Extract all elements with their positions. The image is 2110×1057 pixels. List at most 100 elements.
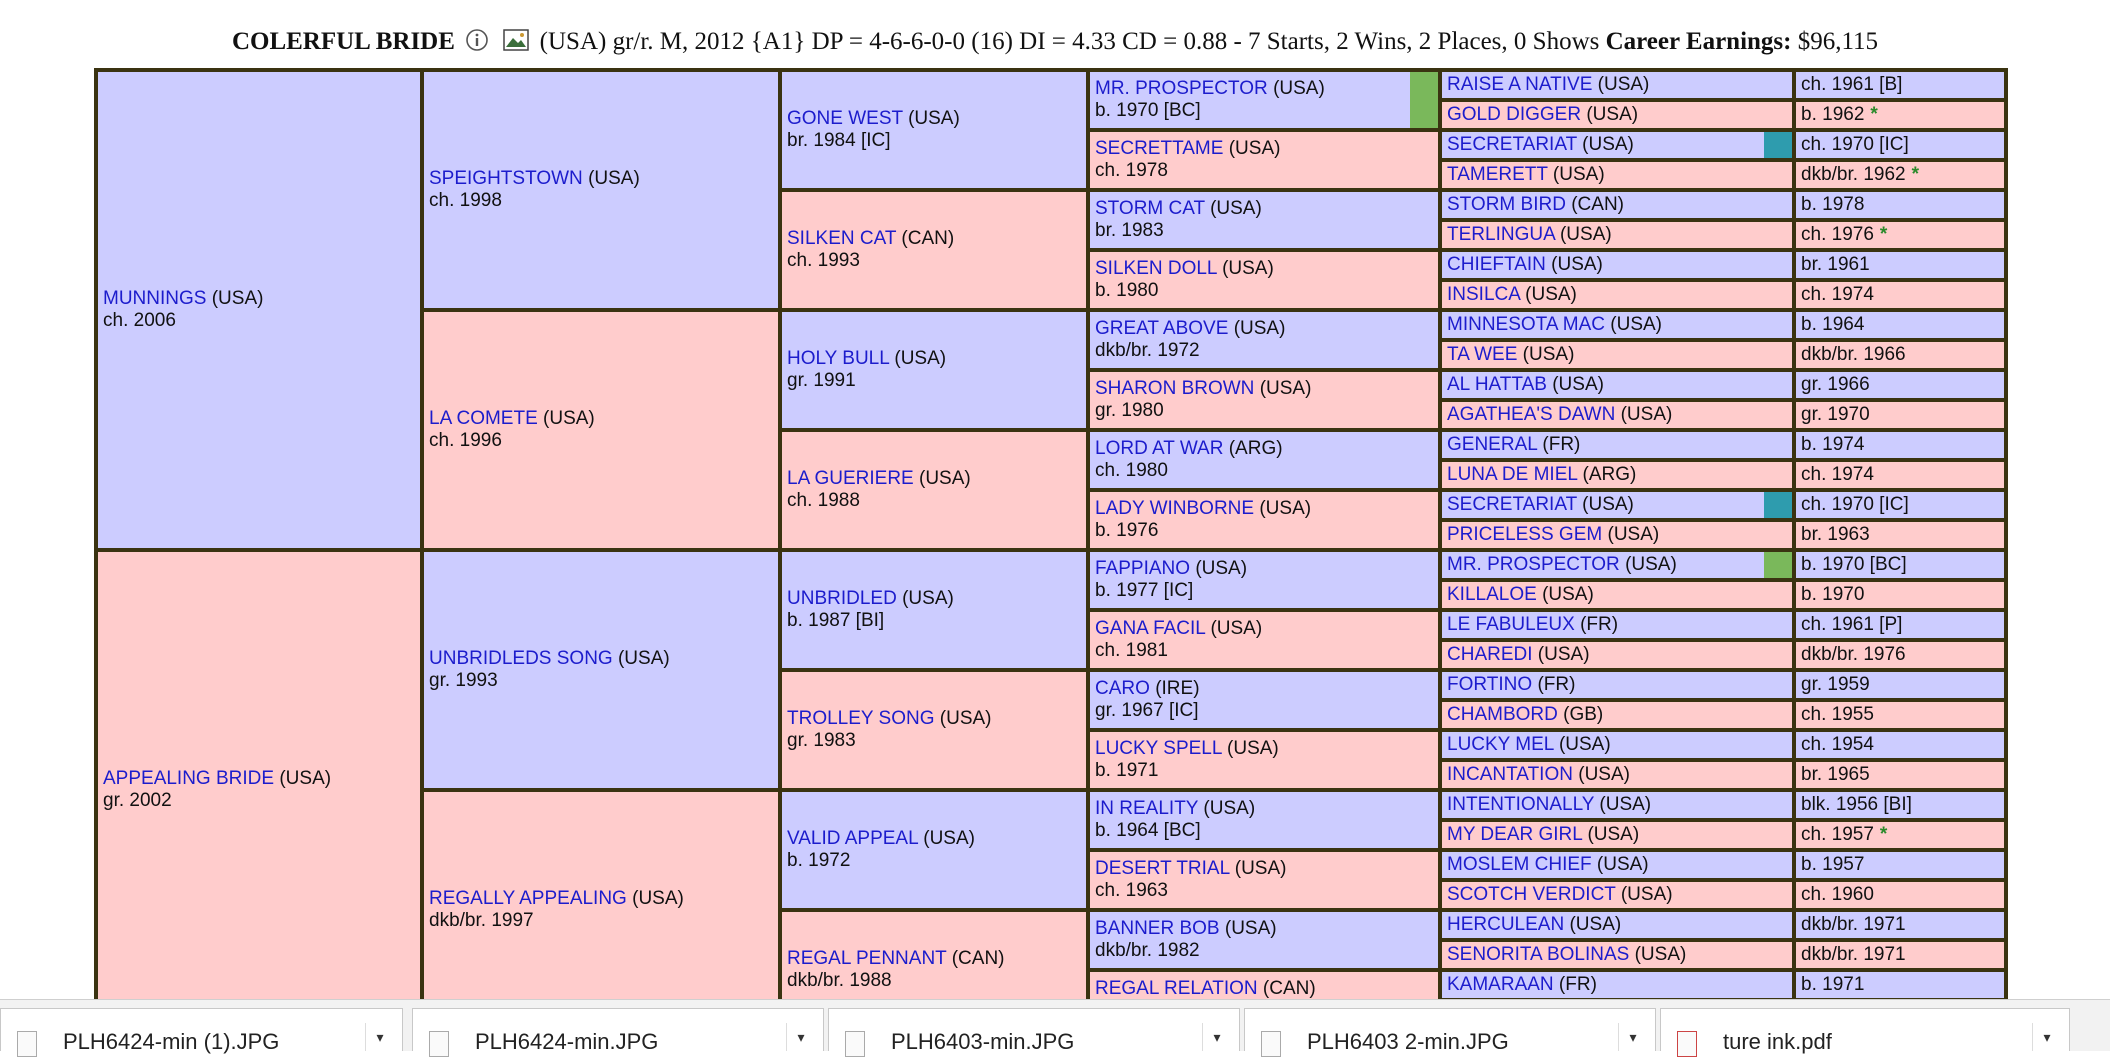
horse-link[interactable]: GOLD DIGGER (1447, 104, 1581, 125)
horse-link[interactable]: AGATHEA'S DAWN (1447, 404, 1615, 425)
horse-link[interactable]: MINNESOTA MAC (1447, 314, 1605, 335)
horse-link[interactable]: INCANTATION (1447, 764, 1573, 785)
horse-link[interactable]: RAISE A NATIVE (1447, 74, 1592, 95)
horse-link[interactable]: STORM BIRD (1447, 194, 1566, 215)
horse-country: (USA) (1599, 794, 1652, 815)
horse-country: (ARG) (1228, 438, 1283, 459)
horse-link[interactable]: SHARON BROWN (1095, 378, 1254, 399)
info-icon[interactable] (465, 28, 489, 59)
horse-link[interactable]: FAPPIANO (1095, 558, 1190, 579)
horse-country: (USA) (1620, 404, 1673, 425)
horse-link[interactable]: MOSLEM CHIEF (1447, 854, 1592, 875)
download-item[interactable]: PLH6403-min.JPG ▾ (828, 1008, 1240, 1057)
pedigree-cell-gen5: TA WEE (USA) (1438, 338, 1796, 372)
horse-link[interactable]: BANNER BOB (1095, 918, 1220, 939)
horse-link[interactable]: LORD AT WAR (1095, 438, 1223, 459)
horse-link[interactable]: SECRETARIAT (1447, 494, 1577, 515)
horse-link[interactable]: AL HATTAB (1447, 374, 1547, 395)
horse-link[interactable]: INTENTIONALLY (1447, 794, 1594, 815)
horse-country: (USA) (543, 408, 595, 429)
photo-icon[interactable] (503, 29, 530, 58)
horse-link[interactable]: SECRETARIAT (1447, 134, 1577, 155)
horse-link[interactable]: GANA FACIL (1095, 618, 1205, 639)
horse-link[interactable]: REGAL PENNANT (787, 948, 946, 969)
chevron-down-icon[interactable]: ▾ (365, 1023, 394, 1051)
horse-link[interactable]: LA COMETE (429, 408, 538, 429)
horse-link[interactable]: CHIEFTAIN (1447, 254, 1546, 275)
horse-country: (USA) (211, 288, 264, 309)
download-item[interactable]: PLH6403 2-min.JPG ▾ (1244, 1008, 1656, 1057)
horse-link[interactable]: TERLINGUA (1447, 224, 1555, 245)
horse-info: dkb/br. 1972 (1095, 340, 1200, 361)
chevron-down-icon[interactable]: ▾ (1618, 1023, 1647, 1051)
horse-link[interactable]: GENERAL (1447, 434, 1537, 455)
horse-link[interactable]: REGAL RELATION (1095, 978, 1258, 999)
horse-link[interactable]: TAMERETT (1447, 164, 1548, 185)
horse-link[interactable]: UNBRIDLEDS SONG (429, 648, 613, 669)
chevron-down-icon[interactable]: ▾ (1202, 1023, 1231, 1051)
horse-link[interactable]: TA WEE (1447, 344, 1517, 365)
horse-link[interactable]: SILKEN CAT (787, 228, 896, 249)
horse-link[interactable]: GONE WEST (787, 108, 903, 129)
file-icon (17, 1031, 37, 1057)
pedigree-cell-gen5: MINNESOTA MAC (USA) (1438, 308, 1796, 342)
horse-link[interactable]: LA GUERIERE (787, 468, 914, 489)
horse-country: (USA) (1607, 524, 1660, 545)
horse-link[interactable]: MUNNINGS (103, 288, 206, 309)
inbreeding-marker (1764, 494, 1790, 516)
pedigree-cell-gen5-info: dkb/br. 1976 (1792, 638, 2008, 672)
horse-link[interactable]: LADY WINBORNE (1095, 498, 1254, 519)
horse-link[interactable]: HOLY BULL (787, 348, 889, 369)
download-item[interactable]: PLH6424-min (1).JPG ▾ (0, 1008, 403, 1057)
horse-country: (USA) (1582, 494, 1634, 515)
horse-link[interactable]: CHAMBORD (1447, 704, 1558, 725)
horse-link[interactable]: PRICELESS GEM (1447, 524, 1602, 545)
horse-link[interactable]: IN REALITY (1095, 798, 1198, 819)
horse-link[interactable]: SECRETTAME (1095, 138, 1223, 159)
pedigree-cell-gen5-info: ch. 1961 [B] (1792, 68, 2008, 102)
pedigree-row: APPEALING BRIDE (USA) gr. 2002 UNBRIDLEDS … (94, 548, 2008, 1032)
horse-name: COLERFUL BRIDE (231, 28, 455, 56)
horse-link[interactable]: SPEIGHTSTOWN (429, 168, 583, 189)
download-item[interactable]: ture ink.pdf ▾ (1660, 1008, 2070, 1057)
chevron-down-icon[interactable]: ▾ (2032, 1023, 2061, 1051)
horse-link[interactable]: UNBRIDLED (787, 588, 897, 609)
horse-link[interactable]: KILLALOE (1447, 584, 1537, 605)
pedigree-cell-gen5: CHAREDI (USA) (1438, 638, 1796, 672)
horse-link[interactable]: CHAREDI (1447, 644, 1533, 665)
horse-link[interactable]: MR. PROSPECTOR (1447, 554, 1620, 575)
pedigree-cell-gen5: INSILCA (USA) (1438, 278, 1796, 312)
horse-link[interactable]: STORM CAT (1095, 198, 1205, 219)
horse-link[interactable]: TROLLEY SONG (787, 708, 934, 729)
horse-link[interactable]: HERCULEAN (1447, 914, 1564, 935)
pedigree-cell-gen5-info: ch. 1960 (1792, 878, 2008, 912)
horse-country: (USA) (1551, 254, 1603, 275)
horse-link[interactable]: MY DEAR GIRL (1447, 824, 1582, 845)
horse-link[interactable]: CARO (1095, 678, 1150, 699)
horse-link[interactable]: KAMARAAN (1447, 974, 1554, 995)
horse-link[interactable]: LUNA DE MIEL (1447, 464, 1577, 485)
horse-link[interactable]: LUCKY SPELL (1095, 738, 1222, 759)
pedigree-cell-gen4: LORD AT WAR (ARG) ch. 1980 (1086, 428, 1442, 492)
horse-link[interactable]: DESERT TRIAL (1095, 858, 1229, 879)
inbreeding-marker (1410, 74, 1436, 126)
download-item[interactable]: PLH6424-min.JPG ▾ (412, 1008, 824, 1057)
horse-link[interactable]: REGALLY APPEALING (429, 888, 627, 909)
horse-country: (USA) (1195, 558, 1248, 579)
horse-link[interactable]: GREAT ABOVE (1095, 318, 1228, 339)
horse-link[interactable]: VALID APPEAL (787, 828, 918, 849)
horse-link[interactable]: INSILCA (1447, 284, 1520, 305)
horse-link[interactable]: LE FABULEUX (1447, 614, 1575, 635)
pedigree-cell-gen5: AL HATTAB (USA) (1438, 368, 1796, 402)
horse-link[interactable]: SENORITA BOLINAS (1447, 944, 1629, 965)
pedigree-cell-gen3: TROLLEY SONG (USA) gr. 1983 (778, 668, 1090, 792)
horse-link[interactable]: FORTINO (1447, 674, 1532, 695)
chevron-down-icon[interactable]: ▾ (786, 1023, 815, 1051)
horse-link[interactable]: MR. PROSPECTOR (1095, 78, 1268, 99)
downloads-bar: PLH6424-min (1).JPG ▾ PLH6424-min.JPG ▾ … (0, 999, 2110, 1057)
horse-link[interactable]: APPEALING BRIDE (103, 768, 274, 789)
download-label: PLH6424-min (1).JPG (63, 1029, 280, 1054)
horse-link[interactable]: LUCKY MEL (1447, 734, 1554, 755)
horse-link[interactable]: SILKEN DOLL (1095, 258, 1217, 279)
horse-link[interactable]: SCOTCH VERDICT (1447, 884, 1616, 905)
